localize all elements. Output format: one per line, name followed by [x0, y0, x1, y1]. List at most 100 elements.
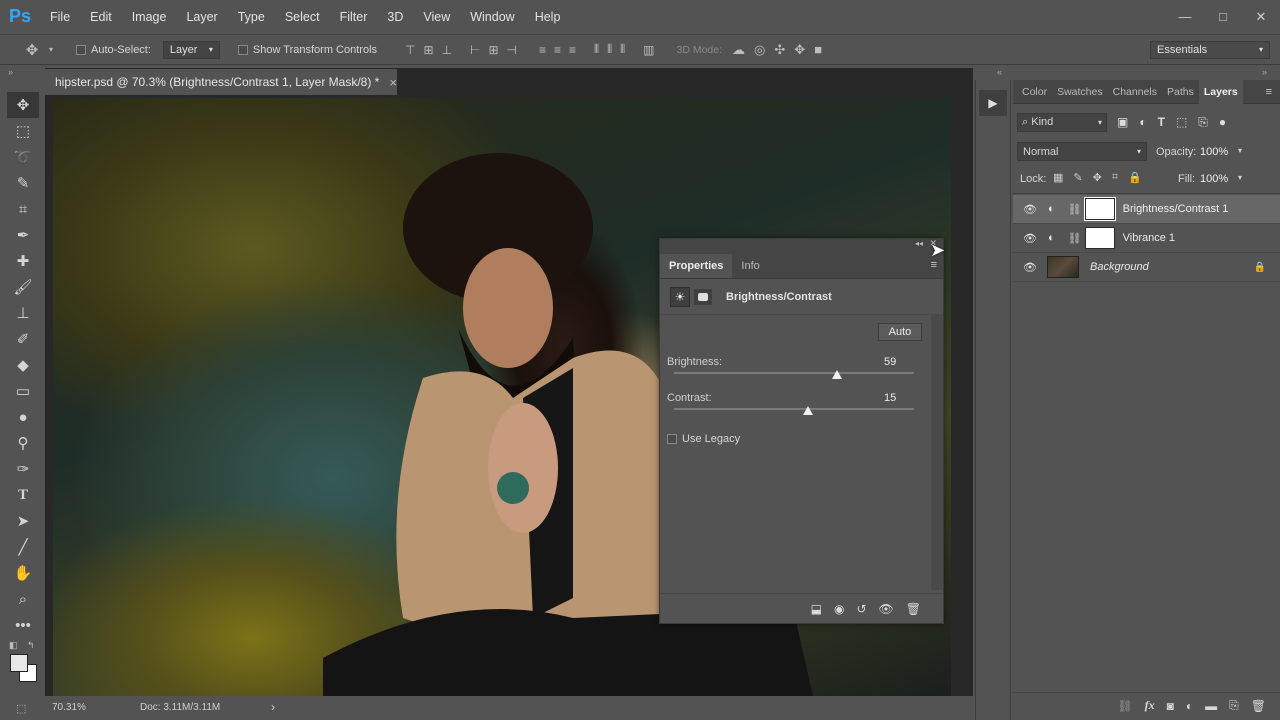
chevron-down-icon[interactable]: ▾: [44, 45, 58, 54]
align-right-icon[interactable]: ⊣: [507, 42, 517, 57]
menu-filter[interactable]: Filter: [330, 0, 378, 33]
lock-pixels-icon[interactable]: ✎: [1073, 171, 1082, 184]
close-tab-icon[interactable]: ×: [389, 75, 397, 90]
lock-artboard-icon[interactable]: ⌗: [1112, 171, 1118, 184]
auto-align-icon[interactable]: ▥: [643, 42, 654, 57]
visibility-icon[interactable]: 👁: [1022, 261, 1038, 274]
layer-name[interactable]: Vibrance 1: [1123, 232, 1175, 244]
filter-toggle-icon[interactable]: ●: [1219, 115, 1226, 130]
align-bottom-icon[interactable]: ⊥: [442, 42, 452, 57]
type-filter-icon[interactable]: T: [1158, 115, 1165, 130]
contrast-value[interactable]: 15: [884, 392, 896, 404]
contrast-slider-thumb[interactable]: [803, 406, 814, 415]
play-action-icon[interactable]: ▶: [979, 90, 1007, 116]
tab-layers[interactable]: Layers: [1198, 79, 1243, 104]
menu-window[interactable]: Window: [460, 0, 524, 33]
blend-mode-dropdown[interactable]: Normal ▾: [1017, 142, 1147, 161]
default-colors-icon[interactable]: ◧: [9, 640, 18, 651]
move-tool-icon[interactable]: ✥: [7, 92, 39, 118]
visibility-icon[interactable]: 👁: [879, 602, 894, 616]
tab-info[interactable]: Info: [732, 254, 768, 278]
link-icon[interactable]: ⛓: [1068, 232, 1082, 245]
link-icon[interactable]: ⛓: [1068, 203, 1082, 216]
auto-select-dropdown[interactable]: Layer ▾: [162, 40, 220, 59]
layer-mask-thumbnail[interactable]: [1084, 227, 1115, 249]
menu-file[interactable]: File: [40, 0, 80, 33]
crop-tool-icon[interactable]: ⌗: [7, 196, 39, 222]
menu-help[interactable]: Help: [525, 0, 571, 33]
layer-row[interactable]: 👁 ◐ ⛓ Vibrance 1: [1013, 224, 1280, 253]
zoom-level[interactable]: 70.31%: [52, 702, 132, 713]
tab-channels[interactable]: Channels: [1108, 80, 1162, 104]
maximize-button[interactable]: □: [1204, 6, 1242, 28]
distribute-right-icon[interactable]: ⫴: [620, 42, 625, 57]
new-layer-icon[interactable]: ⎘: [1229, 698, 1239, 713]
pixel-filter-icon[interactable]: ▣: [1117, 115, 1128, 130]
menu-3d[interactable]: 3D: [377, 0, 413, 33]
adjustment-icon[interactable]: ◐: [1186, 699, 1193, 713]
foreground-color-swatch[interactable]: [10, 654, 28, 672]
healing-brush-icon[interactable]: ✚: [7, 248, 39, 274]
delete-adjustment-icon[interactable]: 🗑: [906, 602, 921, 616]
fx-icon[interactable]: fx: [1145, 698, 1155, 713]
align-left-icon[interactable]: ⊢: [470, 42, 480, 57]
menu-select[interactable]: Select: [275, 0, 330, 33]
close-window-button[interactable]: ✕: [1242, 6, 1280, 28]
lasso-tool-icon[interactable]: ➰: [7, 144, 39, 170]
adjustment-filter-icon[interactable]: ◐: [1139, 115, 1146, 130]
view-previous-icon[interactable]: ◉: [834, 602, 844, 616]
line-tool-icon[interactable]: ╱: [7, 534, 39, 560]
layer-row[interactable]: 👁 ◐ ⛓ Brightness/Contrast 1: [1013, 195, 1280, 224]
distribute-left-icon[interactable]: ⫴: [594, 42, 599, 57]
properties-scrollbar[interactable]: [931, 315, 943, 590]
shape-filter-icon[interactable]: ⬚: [1176, 115, 1187, 130]
quick-mask-icon[interactable]: ⬚: [16, 702, 26, 715]
swap-colors-icon[interactable]: ↰: [27, 640, 35, 651]
status-menu-arrow[interactable]: ›: [271, 700, 275, 714]
chevron-down-icon[interactable]: ▾: [1238, 173, 1242, 182]
tab-paths[interactable]: Paths: [1162, 80, 1199, 104]
align-top-icon[interactable]: ⊤: [405, 42, 415, 57]
menu-type[interactable]: Type: [228, 0, 275, 33]
use-legacy-checkbox[interactable]: [667, 434, 677, 444]
menu-image[interactable]: Image: [122, 0, 177, 33]
lock-transparent-icon[interactable]: ▦: [1053, 171, 1063, 184]
menu-view[interactable]: View: [413, 0, 460, 33]
brightness-value[interactable]: 59: [884, 356, 896, 368]
show-transform-checkbox[interactable]: [237, 44, 248, 55]
layer-name[interactable]: Background: [1090, 261, 1149, 273]
layer-filter-dropdown[interactable]: ⌕ Kind ▾: [1017, 113, 1107, 132]
stamp-tool-icon[interactable]: ⊥: [7, 300, 39, 326]
distribute-top-icon[interactable]: ≡: [539, 42, 546, 57]
minimize-button[interactable]: —: [1166, 6, 1204, 28]
dodge-tool-icon[interactable]: ⚲: [7, 430, 39, 456]
tab-swatches[interactable]: Swatches: [1052, 80, 1108, 104]
layer-row[interactable]: 👁 Background 🔒: [1013, 253, 1280, 282]
expand-toolbar-icon[interactable]: »: [8, 67, 13, 77]
menu-layer[interactable]: Layer: [176, 0, 227, 33]
folder-icon[interactable]: ▬: [1205, 699, 1217, 713]
clip-to-layer-icon[interactable]: ⬓: [811, 602, 822, 616]
marquee-tool-icon[interactable]: ⬚: [7, 118, 39, 144]
visibility-icon[interactable]: 👁: [1022, 203, 1038, 216]
3d-pan-icon[interactable]: ✣: [774, 42, 785, 58]
lock-all-icon[interactable]: 🔒: [1128, 171, 1142, 184]
contrast-slider-track[interactable]: [674, 408, 914, 410]
trash-icon[interactable]: 🗑: [1251, 699, 1266, 713]
properties-panel-header[interactable]: ◂◂ ✕: [660, 238, 943, 251]
blur-tool-icon[interactable]: ●: [7, 404, 39, 430]
3d-roll-icon[interactable]: ◎: [754, 42, 765, 58]
chevron-down-icon[interactable]: ▾: [1238, 146, 1242, 155]
menu-edit[interactable]: Edit: [80, 0, 122, 33]
type-tool-icon[interactable]: T: [7, 482, 39, 508]
3d-scale-icon[interactable]: ■: [814, 42, 822, 58]
3d-orbit-icon[interactable]: ☁: [732, 42, 745, 58]
more-tools-icon[interactable]: •••: [7, 612, 39, 638]
distribute-hcenter-icon[interactable]: ⫴: [607, 42, 612, 57]
auto-button[interactable]: Auto: [878, 323, 922, 341]
document-tab[interactable]: hipster.psd @ 70.3% (Brightness/Contrast…: [45, 69, 397, 95]
pen-tool-icon[interactable]: ✑: [7, 456, 39, 482]
brush-tool-icon[interactable]: 🖌: [7, 274, 39, 300]
auto-select-checkbox[interactable]: [76, 44, 86, 55]
mask-icon[interactable]: ◙: [1167, 699, 1174, 713]
